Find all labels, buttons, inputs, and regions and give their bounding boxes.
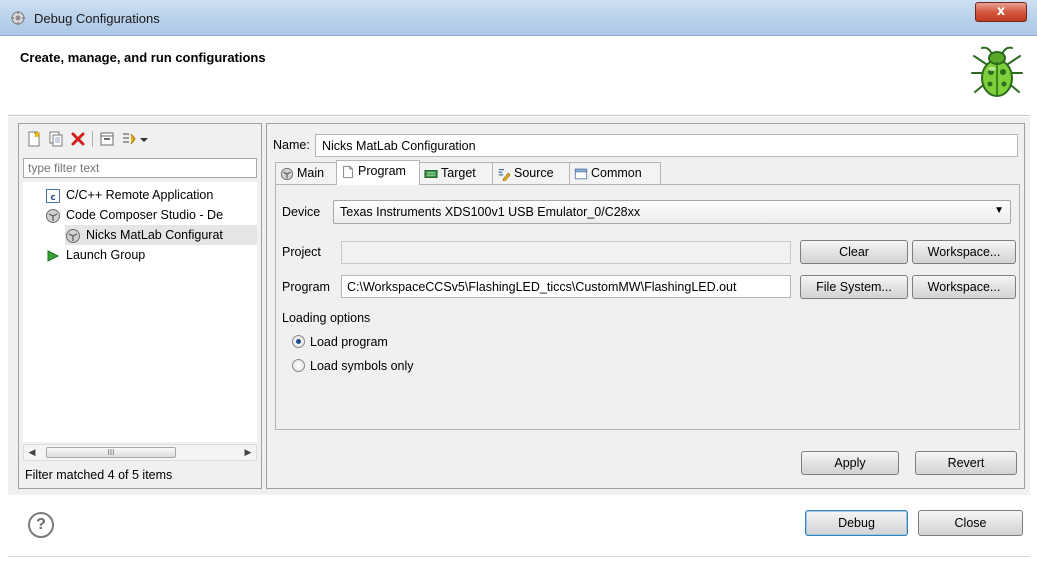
tab-common[interactable]: Common [569,162,661,184]
c-file-icon: c [46,188,60,203]
device-select[interactable]: Texas Instruments XDS100v1 USB Emulator_… [333,200,1011,224]
filter-icon[interactable] [120,130,138,148]
collapse-all-icon[interactable] [98,130,116,148]
chip-icon [424,169,438,178]
svg-text:c: c [50,193,55,203]
tab-target[interactable]: Target [419,162,493,184]
tab-program[interactable]: Program [336,160,420,185]
delete-icon[interactable] [69,130,87,148]
tab-label: Common [591,166,642,180]
launch-arrow-icon [47,249,60,262]
loading-options-label: Loading options [282,311,371,325]
tree-item-label: C/C++ Remote Application [66,188,214,202]
radio-unselected-icon [292,359,305,373]
page-icon [343,165,353,178]
window-title: Debug Configurations [34,11,160,26]
program-tab-panel: Device Texas Instruments XDS100v1 USB Em… [275,184,1020,430]
clear-button[interactable]: Clear [800,240,908,264]
duplicate-icon[interactable] [47,130,65,148]
main-body: c C/C++ Remote Application Code Composer… [8,117,1030,495]
revert-button[interactable]: Revert [915,451,1017,475]
configuration-tree: c C/C++ Remote Application Code Composer… [23,182,257,442]
tree-item-nicks-matlab-configuration[interactable]: Nicks MatLab Configurat [65,225,257,245]
new-configuration-icon[interactable] [25,130,43,148]
source-icon [498,168,511,181]
close-icon: x [996,4,1006,19]
chevron-down-icon: ▼ [994,205,1004,216]
name-label: Name: [273,138,310,152]
device-selected-value: Texas Instruments XDS100v1 USB Emulator_… [340,205,641,219]
scrollbar-thumb[interactable]: III [46,447,176,458]
radio-label: Load program [310,335,388,349]
horizontal-scrollbar[interactable]: ◀ III ▶ [23,444,257,461]
tab-label: Program [358,164,406,178]
debug-button[interactable]: Debug [805,510,908,536]
filter-input[interactable] [23,158,257,178]
name-field[interactable] [315,134,1018,157]
bug-logo-icon [971,46,1023,97]
tree-item-label: Launch Group [66,248,146,262]
project-label: Project [282,245,321,259]
debug-gear-icon [11,11,25,25]
window-close-button[interactable]: x [975,2,1027,22]
scroll-left-icon[interactable]: ◀ [25,446,39,459]
window-icon [574,168,588,179]
configuration-editor-pane: Name: Main Program [266,123,1025,489]
tab-main[interactable]: Main [275,162,337,184]
configuration-list-pane: c C/C++ Remote Application Code Composer… [18,123,262,489]
help-icon[interactable]: ? [28,512,54,538]
program-workspace-button[interactable]: Workspace... [912,275,1016,299]
debug-configurations-window: Debug Configurations x Create, manage, a… [0,0,1037,561]
radio-selected-icon [292,335,305,349]
left-toolbar [23,128,257,150]
project-field [341,241,791,264]
title-bar[interactable]: Debug Configurations x [0,0,1037,36]
file-system-button[interactable]: File System... [800,275,908,299]
divider [8,556,1030,557]
tab-source[interactable]: Source [492,162,570,184]
apply-button[interactable]: Apply [801,451,899,475]
tree-item-label: Nicks MatLab Configurat [86,228,223,242]
program-path-field[interactable]: C:\WorkspaceCCSv5\FlashingLED_ticcs\Cust… [341,275,791,298]
scroll-right-icon[interactable]: ▶ [241,446,255,459]
ccs-icon [46,208,60,223]
close-button[interactable]: Close [918,510,1023,536]
tab-bar: Main Program Target Source Common [275,160,675,185]
tab-label: Main [297,166,325,180]
tab-label: Target [441,166,476,180]
ccs-icon [280,167,294,180]
ccs-icon [66,228,80,243]
tab-label: Source [514,166,554,180]
tree-item-code-composer-studio[interactable]: Code Composer Studio - De [45,205,223,225]
project-workspace-button[interactable]: Workspace... [912,240,1016,264]
dropdown-arrow-icon[interactable] [138,130,150,148]
device-label: Device [282,205,321,219]
banner-title: Create, manage, and run configurations [20,50,266,65]
filter-status-text: Filter matched 4 of 5 items [25,468,173,482]
tree-item-launch-group[interactable]: Launch Group [45,245,145,265]
dialog-banner: Create, manage, and run configurations [8,36,1030,116]
load-symbols-only-radio[interactable]: Load symbols only [292,357,414,375]
radio-label: Load symbols only [310,359,414,373]
program-label: Program [282,280,330,294]
load-program-radio[interactable]: Load program [292,333,388,351]
tree-item-cpp-remote-application[interactable]: c C/C++ Remote Application [45,185,213,205]
toolbar-separator [92,131,93,147]
tree-item-label: Code Composer Studio - De [66,208,224,222]
